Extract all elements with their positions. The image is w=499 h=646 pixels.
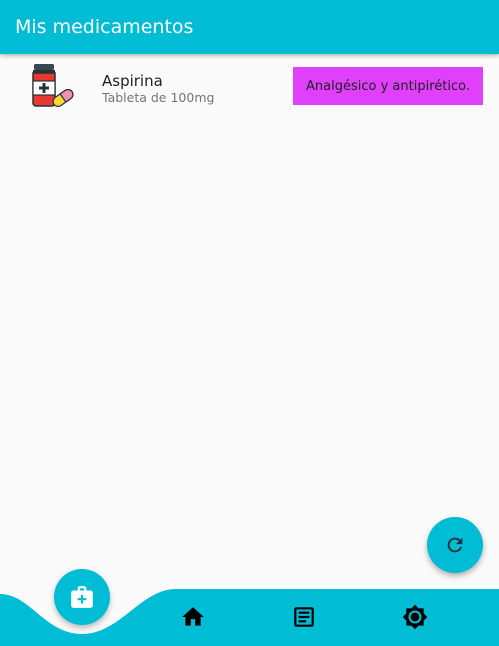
medical-kit-icon — [71, 586, 93, 608]
nav-brightness-button[interactable] — [395, 597, 435, 637]
medicine-bottle-icon — [28, 62, 76, 110]
medication-description-tag: Analgésico y antipirético. — [293, 67, 483, 105]
add-medicine-button[interactable] — [54, 569, 110, 625]
page-title: Mis medicamentos — [15, 16, 194, 38]
medication-list-item[interactable]: Aspirina Tableta de 100mg Analgésico y a… — [0, 58, 499, 114]
app-bar: Mis medicamentos — [0, 0, 499, 54]
home-icon — [182, 607, 204, 626]
medication-name: Aspirina — [102, 72, 163, 90]
refresh-icon — [447, 537, 463, 553]
article-icon — [294, 607, 314, 627]
medication-dose: Tableta de 100mg — [102, 90, 215, 105]
nav-list-button[interactable] — [284, 597, 324, 637]
refresh-button[interactable] — [427, 517, 483, 573]
nav-home-button[interactable] — [173, 597, 213, 637]
app-screen: Mis medicamentos Aspirina Tableta de 100… — [0, 0, 499, 646]
brightness-icon — [402, 604, 428, 630]
